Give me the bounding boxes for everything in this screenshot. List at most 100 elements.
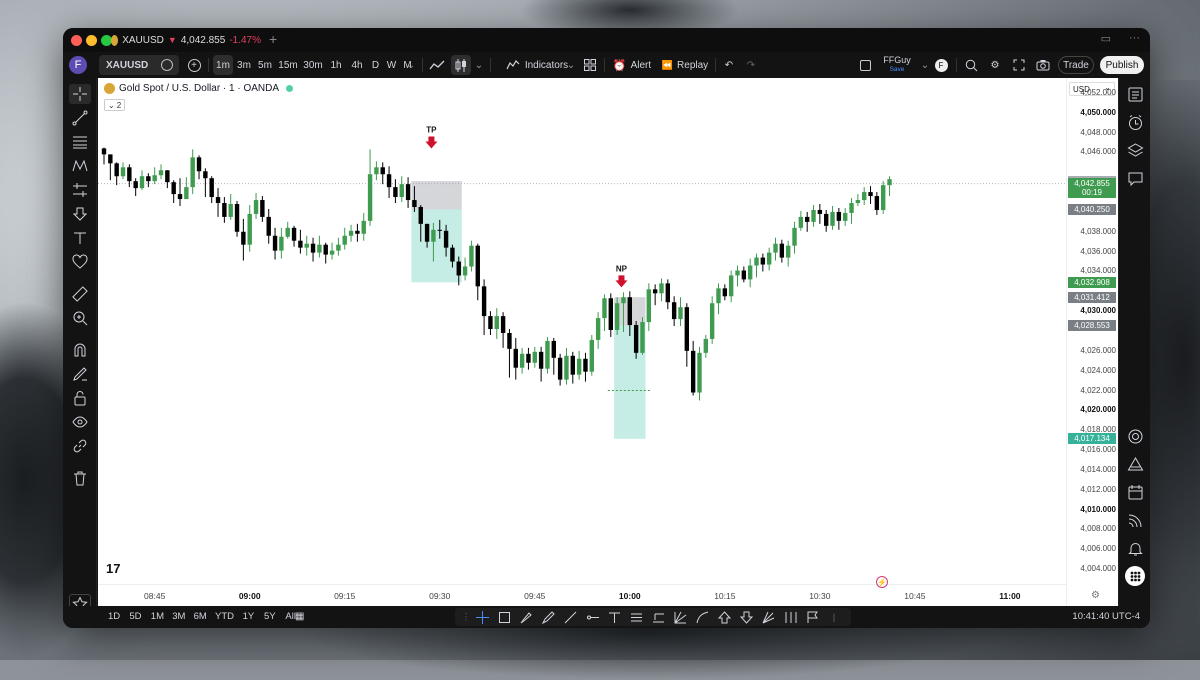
crosshair-icon[interactable] [69, 84, 91, 104]
interval-3m[interactable]: 3m [234, 52, 254, 78]
indicators-collapse-button[interactable]: ⌄ 2 [104, 99, 126, 111]
range-6m[interactable]: 6M [194, 611, 207, 622]
cast-icon[interactable]: ▭ [1101, 32, 1111, 45]
calendar-icon[interactable] [1125, 482, 1145, 502]
pen-tool-icon[interactable] [541, 610, 555, 624]
tradingview-logo[interactable]: 17 [106, 561, 120, 576]
watchlist-icon[interactable] [1125, 84, 1145, 104]
drag-handle-icon[interactable]: ⋮ [459, 610, 473, 624]
camera-icon[interactable] [1035, 52, 1051, 78]
arrow-down-tool-icon[interactable] [739, 610, 753, 624]
templates-grid-icon[interactable] [581, 52, 599, 78]
text-tool-icon[interactable] [607, 610, 621, 624]
streams-icon[interactable] [1125, 510, 1145, 530]
brush-tool-icon[interactable] [519, 610, 533, 624]
time-axis[interactable]: 08:45 09:00 09:15 09:30 09:45 10:00 10:15 10:30… [98, 584, 1066, 606]
settings-gear-icon[interactable]: ⚙ [987, 52, 1003, 78]
chat-icon[interactable] [1125, 168, 1145, 188]
chart-tab[interactable]: XAUUSD ▼ 4,042.855 -1.47% [111, 30, 261, 50]
arrow-down-tool-icon[interactable] [69, 204, 91, 224]
clock-readout[interactable]: 10:41:40 UTC-4 [1072, 611, 1140, 622]
chart-pane[interactable]: TP NP Gold Spot / U.S. Dollar · 1 · OANDA… [98, 78, 1118, 606]
curve-tool-icon[interactable] [695, 610, 709, 624]
layout-name-button[interactable]: FFGuy Save [879, 52, 915, 78]
minimize-window-button[interactable] [86, 35, 97, 46]
interval-30m[interactable]: 30m [301, 52, 325, 78]
price-chart[interactable]: TP NP [98, 78, 1066, 584]
interval-5m[interactable]: 5m [255, 52, 275, 78]
add-symbol-icon[interactable]: + [185, 52, 203, 78]
interval-w[interactable]: W [384, 52, 399, 78]
magnet-icon[interactable] [69, 340, 91, 360]
symbol-search[interactable]: XAUUSD [99, 55, 179, 75]
date-range-calendar-icon[interactable]: ▦ [295, 611, 304, 622]
text-tool-icon[interactable] [69, 228, 91, 248]
ideas-icon[interactable] [1125, 454, 1145, 474]
axis-settings-gear-icon[interactable]: ⚙ [1091, 590, 1100, 601]
arrow-up-tool-icon[interactable] [717, 610, 731, 624]
line-tool-icon[interactable] [563, 610, 577, 624]
close-window-button[interactable] [71, 35, 82, 46]
trash-icon[interactable] [69, 468, 91, 488]
gann-tool-icon[interactable] [673, 610, 687, 624]
layers-icon[interactable] [1125, 140, 1145, 160]
horizontal-ray-icon[interactable] [585, 610, 599, 624]
pitchfork-icon[interactable] [761, 610, 775, 624]
alerts-clock-icon[interactable] [1125, 112, 1145, 132]
undo-icon[interactable]: ↶ [721, 52, 737, 78]
ruler-icon[interactable] [69, 284, 91, 304]
fullscreen-icon[interactable] [1011, 52, 1027, 78]
range-1y[interactable]: 1Y [243, 611, 255, 622]
interval-4h[interactable]: 4h [347, 52, 367, 78]
projection-icon[interactable] [69, 180, 91, 200]
indicators-dropdown-icon[interactable]: ⌄ [565, 52, 577, 78]
eye-icon[interactable] [69, 412, 91, 432]
user-badge[interactable]: F [933, 52, 949, 78]
replay-button[interactable]: ⏪ Replay [661, 52, 709, 78]
cycle-lines-icon[interactable] [783, 610, 797, 624]
user-avatar[interactable]: F [69, 56, 87, 74]
zoom-in-icon[interactable] [69, 308, 91, 328]
target-icon[interactable] [1125, 426, 1145, 446]
range-5y[interactable]: 5Y [264, 611, 276, 622]
interval-1h[interactable]: 1h [326, 52, 346, 78]
publish-button[interactable]: Publish [1100, 56, 1144, 74]
link-icon[interactable] [69, 436, 91, 456]
alert-button[interactable]: ⏰ Alert [611, 52, 653, 78]
apps-grid-icon[interactable] [1125, 566, 1145, 586]
interval-d[interactable]: D [368, 52, 383, 78]
candles-icon[interactable] [451, 55, 471, 75]
interval-1m[interactable]: 1m [213, 55, 233, 75]
line-chart-icon[interactable] [427, 52, 447, 78]
layout-dropdown-icon[interactable]: ⌄ [919, 52, 931, 78]
new-tab-button[interactable]: + [269, 31, 277, 47]
trade-button[interactable]: Trade [1058, 56, 1094, 74]
crosshair-tool-icon[interactable] [475, 610, 489, 624]
interval-dropdown-icon[interactable]: ⌄ [405, 52, 417, 78]
flag-icon[interactable] [805, 610, 819, 624]
chart-type-dropdown-icon[interactable]: ⌄ [473, 52, 485, 78]
keep-drawing-icon[interactable] [69, 364, 91, 384]
layout-square-icon[interactable] [857, 52, 873, 78]
notifications-bell-icon[interactable] [1125, 538, 1145, 558]
rectangle-tool-icon[interactable] [497, 610, 511, 624]
range-1d[interactable]: 1D [108, 611, 120, 622]
fib-retracement-icon[interactable] [69, 132, 91, 152]
heart-icon[interactable] [69, 252, 91, 272]
parallel-channel-icon[interactable] [629, 610, 643, 624]
range-3m[interactable]: 3M [172, 611, 185, 622]
flash-icon[interactable]: ⚡ [876, 576, 888, 588]
range-1m[interactable]: 1M [151, 611, 164, 622]
trend-line-icon[interactable] [69, 108, 91, 128]
more-dots-icon[interactable]: ··· [1129, 32, 1140, 45]
price-axis[interactable]: USD ⌄ 4,052.000 4,050.000 4,048.000 4,046.0… [1066, 78, 1118, 606]
quick-search-icon[interactable] [963, 52, 979, 78]
redo-icon[interactable]: ↷ [743, 52, 759, 78]
lock-icon[interactable] [69, 388, 91, 408]
pattern-icon[interactable] [69, 156, 91, 176]
compare-icon[interactable] [161, 59, 173, 71]
range-ytd[interactable]: YTD [215, 611, 234, 622]
interval-15m[interactable]: 15m [276, 52, 300, 78]
range-5d[interactable]: 5D [129, 611, 141, 622]
position-tool-icon[interactable] [651, 610, 665, 624]
